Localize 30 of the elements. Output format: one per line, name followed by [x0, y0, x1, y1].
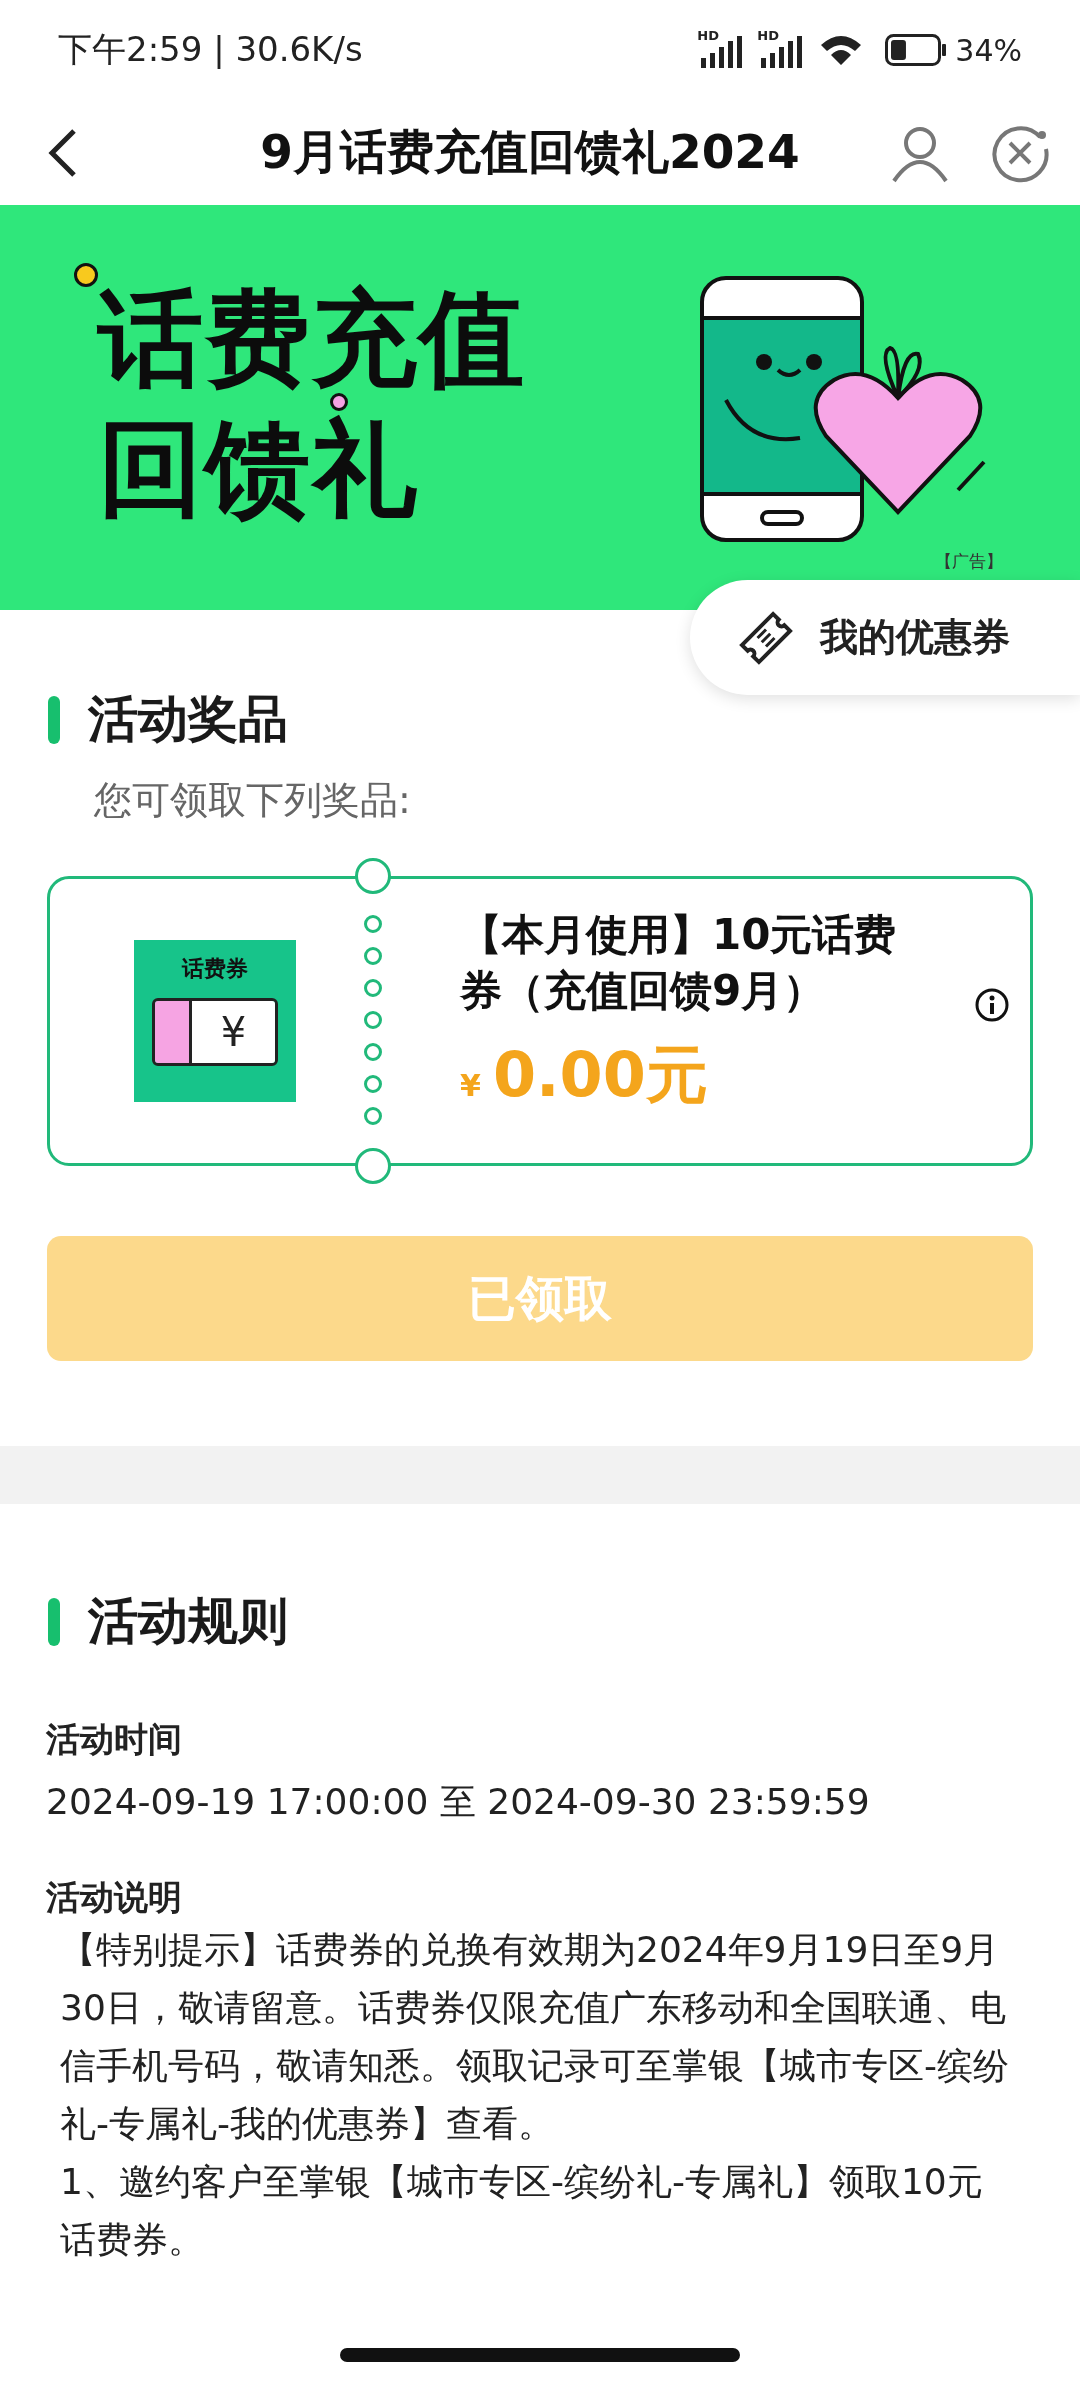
accent-dot	[74, 263, 98, 287]
rule-text: 【特别提示】话费券的兑换有效期为2024年9月19日至9月30日，敬请留意。话费券仅限充值广东移动和全国联通、电信手机号码，敬请知悉。领取记录可至掌银【城市专区-缤纷礼-专属礼-我的优惠券】查看。	[59, 1928, 1010, 2146]
currency-symbol: ¥	[192, 1001, 275, 1063]
info-icon[interactable]	[974, 987, 1010, 1023]
section-label: 活动时间	[45, 1718, 183, 1761]
section-heading: 活动规则	[88, 1591, 288, 1652]
battery-percent: 34%	[955, 32, 1022, 68]
page-title: 9月话费充值回馈礼2024	[259, 123, 801, 181]
ticket-stub	[155, 1001, 192, 1063]
status-time: 下午2:59 | 30.6K/s	[58, 28, 363, 71]
hd-label: HD	[757, 28, 779, 43]
banner-title: 话费充值	[98, 283, 526, 395]
instruction-text: 您可领取下列奖品:	[93, 777, 412, 824]
my-coupons-button[interactable]: 我的优惠券	[690, 580, 1080, 695]
rule-text: 1、邀约客户至掌银【城市专区-缤纷礼-专属礼】领取10元话费券。	[59, 2160, 984, 2262]
section-heading: 活动奖品	[88, 689, 288, 750]
coupon-name: 【本月使用】10元话费券（充值回馈9月）	[460, 909, 898, 1017]
accent-dot	[330, 393, 348, 411]
accent-bar	[48, 1597, 60, 1646]
banner-title: 回馈礼	[98, 413, 419, 525]
ticket-icon	[738, 609, 794, 666]
hd-label: HD	[697, 28, 719, 43]
section-label: 活动说明	[45, 1876, 183, 1919]
accent-bar	[48, 695, 60, 744]
thumbnail-label: 话费券	[182, 955, 248, 983]
rule-text: 2024-09-19 17:00:00 至 2024-09-30 23:59:59	[45, 1780, 871, 1824]
coupon-price: 0.00元	[492, 1037, 708, 1113]
wifi-icon	[819, 33, 864, 67]
currency-sign: ¥	[460, 1068, 481, 1103]
ad-label: 【广告】	[935, 551, 1003, 571]
